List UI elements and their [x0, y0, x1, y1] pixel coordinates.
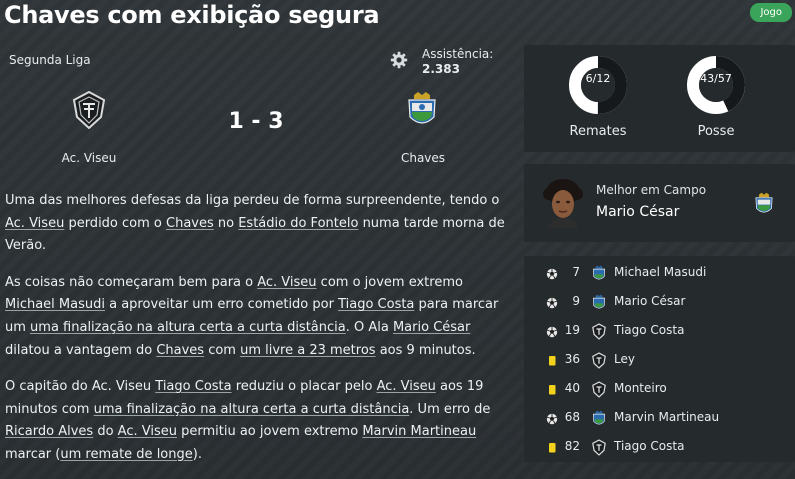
match-events-panel: 7 Michael Masudi 9 Mario César 19 Tiago Costa… [524, 256, 795, 462]
report-link[interactable]: Ac. Viseu [5, 216, 64, 231]
stats-panel: 6/12 Remates 43/57 Posse [524, 45, 795, 152]
report-link[interactable]: Ac. Viseu [377, 379, 436, 394]
home-team-crest-icon [592, 439, 606, 456]
goal-ball-icon [546, 268, 558, 280]
report-text: Uma das melhores defesas da liga perdeu … [5, 193, 500, 208]
report-link[interactable]: Chaves [166, 216, 214, 231]
home-team-crest-icon[interactable] [72, 91, 106, 129]
event-minute: 19 [564, 323, 580, 337]
attendance-label: Assistência: [422, 47, 494, 61]
event-row[interactable]: 82 Tiago Costa [524, 434, 795, 462]
possession-value: 43/57 [700, 72, 732, 85]
match-button[interactable]: Jogo [750, 3, 792, 22]
away-team-crest-icon [592, 410, 606, 425]
report-paragraph: Uma das melhores defesas da liga perdeu … [5, 190, 510, 258]
league-name[interactable]: Segunda Liga [9, 53, 91, 67]
report-link[interactable]: Ac. Viseu [257, 275, 316, 290]
shots-value: 6/12 [585, 72, 611, 85]
event-player[interactable]: Tiago Costa [614, 439, 684, 453]
report-link[interactable]: Michael Masudi [5, 297, 105, 312]
event-row[interactable]: 9 Mario César [524, 289, 795, 317]
event-minute: 82 [564, 439, 580, 453]
event-player[interactable]: Michael Masudi [614, 265, 706, 279]
possession-label: Posse [697, 124, 735, 139]
event-player[interactable]: Monteiro [614, 381, 667, 395]
report-text: no [213, 215, 239, 231]
motm-title: Melhor em Campo [596, 183, 707, 197]
event-minute: 36 [564, 352, 580, 366]
report-text: ). [192, 446, 202, 462]
report-text: com o jovem extremo [316, 274, 463, 290]
home-team-crest-icon [592, 381, 606, 398]
report-link[interactable]: Ricardo Alves [5, 424, 93, 439]
report-link[interactable]: Tiago Costa [155, 379, 231, 394]
report-link[interactable]: Chaves [156, 343, 204, 358]
event-row[interactable]: 40 Monteiro [524, 376, 795, 404]
possession-ring-chart [687, 56, 745, 114]
report-paragraph: As coisas não começaram bem para o Ac. V… [5, 272, 510, 362]
yellow-card-icon [549, 443, 556, 453]
event-row[interactable]: 36 Ley [524, 347, 795, 375]
report-link[interactable]: um livre a 23 metros [240, 343, 375, 358]
home-team-crest-icon [592, 323, 606, 340]
report-link[interactable]: Estádio do Fontelo [238, 216, 358, 231]
report-link[interactable]: um remate de longe [60, 447, 192, 462]
report-text: permitiu ao jovem extremo [176, 424, 363, 440]
event-row[interactable]: 19 Tiago Costa [524, 318, 795, 346]
yellow-card-icon [549, 356, 556, 366]
home-team-name[interactable]: Ac. Viseu [30, 151, 148, 165]
man-of-the-match-panel: Melhor em Campo Mario César [524, 164, 795, 242]
report-text: com [204, 342, 241, 358]
report-link[interactable]: Ac. Viseu [118, 424, 177, 439]
report-text: a aproveitar um erro cometido por [104, 297, 339, 313]
match-header: Segunda Liga Assistência: 2.383 1 - 3 Ac [0, 38, 515, 180]
report-link[interactable]: uma finalização na altura certa a curta … [30, 320, 346, 335]
report-text: . O Ala [345, 319, 393, 335]
report-text: dilatou a vantagem do [5, 342, 157, 358]
page-title: Chaves com exibição segura [4, 1, 380, 29]
away-team-crest-icon [592, 265, 606, 280]
report-text: As coisas não começaram bem para o [5, 274, 258, 290]
away-team-crest-icon[interactable] [406, 91, 438, 129]
report-text: reduziu o placar pelo [231, 379, 377, 395]
event-minute: 9 [572, 294, 580, 308]
report-link[interactable]: Tiago Costa [338, 297, 414, 312]
match-report: Uma das melhores defesas da liga perdeu … [5, 190, 510, 479]
event-row[interactable]: 68 Marvin Martineau [524, 405, 795, 433]
report-paragraph: O capitão do Ac. Viseu Tiago Costa reduz… [5, 376, 510, 466]
report-text: O capitão do Ac. Viseu [5, 379, 156, 395]
report-text: marcar ( [5, 446, 61, 462]
report-link[interactable]: Mario César [393, 320, 470, 335]
motm-player-name[interactable]: Mario César [596, 204, 679, 220]
goal-ball-icon [546, 326, 558, 338]
event-player[interactable]: Mario César [614, 294, 685, 308]
report-text: aos 9 minutos. [375, 342, 476, 358]
home-team-crest-icon [592, 352, 606, 369]
event-minute: 68 [564, 410, 580, 424]
match-score: 1 - 3 [228, 109, 284, 134]
attendance-value: 2.383 [422, 62, 460, 76]
away-team-crest-icon [592, 294, 606, 309]
report-text: . Um erro de [409, 401, 491, 417]
attendance: Assistência: 2.383 [422, 47, 493, 77]
event-player[interactable]: Tiago Costa [614, 323, 684, 337]
away-team-crest-icon [755, 192, 773, 213]
yellow-card-icon [549, 385, 556, 395]
away-team-name[interactable]: Chaves [368, 151, 478, 165]
gear-icon [390, 51, 408, 69]
event-player[interactable]: Marvin Martineau [614, 410, 719, 424]
goal-ball-icon [546, 297, 558, 309]
goal-ball-icon [546, 413, 558, 425]
event-player[interactable]: Ley [614, 352, 635, 366]
event-minute: 7 [572, 265, 580, 279]
shots-ring-chart [569, 56, 627, 114]
event-minute: 40 [564, 381, 580, 395]
shots-label: Remates [569, 124, 627, 139]
report-text: perdido com o [64, 215, 166, 231]
player-avatar[interactable] [542, 178, 584, 228]
event-row[interactable]: 7 Michael Masudi [524, 260, 795, 288]
report-text: do [93, 424, 118, 440]
report-link[interactable]: uma finalização na altura certa a curta … [94, 402, 410, 417]
report-link[interactable]: Marvin Martineau [362, 424, 476, 439]
